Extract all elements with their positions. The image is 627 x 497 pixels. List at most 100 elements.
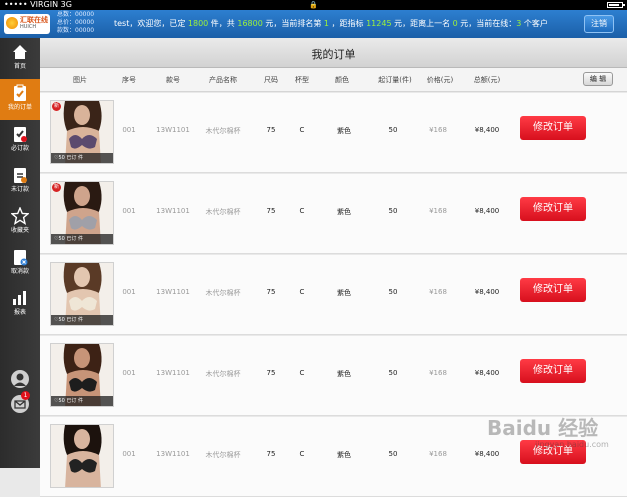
sidebar-item-favorites[interactable]: 收藏夹 [0,202,40,243]
message-badge: 1 [21,391,30,400]
row-color: 紫色 [337,451,351,459]
row-seq: 001 [122,369,136,377]
carrier-label: ••••• VIRGIN 3G [4,0,72,9]
row-min-qty: 50 [388,450,398,458]
col-total: 总额(元) [473,76,501,84]
welcome-message: test，欢迎您，已定 1800 件，共 16800 元，当前排名第 1 ，距指… [114,19,548,28]
row-color: 紫色 [337,370,351,378]
row-price: ¥168 [429,207,447,215]
row-size: 75 [266,450,276,458]
baidu-watermark-url: jingyan.baidu.com [535,440,609,449]
row-min-qty: 50 [388,369,398,377]
row-total: ¥8,400 [474,450,500,458]
col-price: 价格(元) [426,76,454,84]
row-cup: C [299,369,305,377]
row-cup: C [299,207,305,215]
logo-text: 汇联在线 [20,16,48,24]
row-size: 75 [266,126,276,134]
baidu-watermark: Baidu 经验 [487,416,599,440]
new-tag-icon: 新 [52,102,61,111]
modify-order-button[interactable]: 修改订单 [520,278,586,302]
product-thumbnail[interactable]: 新 ♡50 已订 件 [50,100,114,164]
table-row[interactable]: 新 ♡50 已订 件 001 13W1101 木代尔棉杯 75 C 紫色 50 ¥168 ¥8,40… [40,93,627,173]
modify-order-button[interactable]: 修改订单 [520,197,586,221]
sidebar: 首页 我的订单 必订款 未订款 收藏夹 取消款 报表 1 [0,38,40,468]
col-cup: 杯型 [295,76,309,84]
row-cup: C [299,450,305,458]
row-product-name: 木代尔棉杯 [205,127,241,135]
row-size: 75 [266,288,276,296]
page-titlebar: 我的订单 [40,38,627,68]
stat-total-count: 总数：00000 [57,11,95,18]
table-header: 图片 序号 款号 产品名称 尺码 杯型 颜色 起订量(件) 价格(元) 总额(元… [40,68,627,92]
edit-button[interactable]: 编 辑 [583,72,613,86]
row-price: ¥168 [429,450,447,458]
col-min-qty: 起订量(件) [378,76,412,84]
row-total: ¥8,400 [474,288,500,296]
sidebar-item-must-order[interactable]: 必订款 [0,120,40,161]
app-header: HUICH 汇联在线 总数：00000 总价：00000 款数：00000 te… [0,10,627,38]
message-icon[interactable]: 1 [11,391,30,413]
star-icon [11,207,29,225]
row-seq: 001 [122,450,136,458]
row-color: 紫色 [337,289,351,297]
row-seq: 001 [122,288,136,296]
unordered-icon [14,168,27,183]
must-order-icon [14,127,27,142]
row-total: ¥8,400 [474,207,500,215]
product-thumbnail[interactable]: ♡50 已订 件 [50,262,114,326]
row-style-no: 13W1101 [156,207,190,215]
stat-total-price: 总价：00000 [57,19,95,26]
col-image: 图片 [73,76,87,84]
sidebar-item-home[interactable]: 首页 [0,38,40,79]
product-thumbnail[interactable]: 新 ♡50 已订 件 [50,181,114,245]
sidebar-item-my-orders[interactable]: 我的订单 [0,79,40,120]
thumbnail-caption: ♡50 已订 件 [51,153,113,163]
row-price: ¥168 [429,288,447,296]
lock-icon: 🔒 [309,1,318,9]
table-row[interactable]: ♡50 已订 件 001 13W1101 木代尔棉杯 75 C 紫色 50 ¥168 ¥8,400… [40,255,627,335]
col-color: 颜色 [335,76,349,84]
modify-order-button[interactable]: 修改订单 [520,116,586,140]
row-size: 75 [266,369,276,377]
device-status-bar: ••••• VIRGIN 3G 🔒 [0,0,627,10]
col-seq: 序号 [122,76,136,84]
sidebar-item-report[interactable]: 报表 [0,284,40,325]
product-thumbnail[interactable] [50,424,114,488]
battery-icon [607,2,625,8]
table-row[interactable]: ♡50 已订 件 001 13W1101 木代尔棉杯 75 C 紫色 50 ¥168 ¥8,400… [40,336,627,416]
home-icon [13,45,27,59]
row-price: ¥168 [429,369,447,377]
row-color: 紫色 [337,208,351,216]
row-total: ¥8,400 [474,369,500,377]
row-size: 75 [266,207,276,215]
report-icon [13,291,26,305]
col-style-no: 款号 [166,76,180,84]
modify-order-button[interactable]: 修改订单 [520,359,586,383]
row-min-qty: 50 [388,207,398,215]
thumbnail-caption: ♡50 已订 件 [51,315,113,325]
row-product-name: 木代尔棉杯 [205,451,241,459]
logout-button[interactable]: 注销 [584,15,614,33]
brand-logo: HUICH 汇联在线 [4,14,50,34]
thumbnail-caption: ♡50 已订 件 [51,234,113,244]
row-total: ¥8,400 [474,126,500,134]
signal-dots-icon: ••••• [4,0,31,9]
table-row[interactable]: 新 ♡50 已订 件 001 13W1101 木代尔棉杯 75 C 紫色 50 ¥168 ¥8,40… [40,174,627,254]
cancel-icon [14,250,28,266]
row-style-no: 13W1101 [156,450,190,458]
new-tag-icon: 新 [52,183,61,192]
user-icon[interactable] [11,370,29,388]
row-color: 紫色 [337,127,351,135]
sidebar-item-cancelled[interactable]: 取消款 [0,243,40,284]
col-product-name: 产品名称 [209,76,237,84]
product-photo [51,425,113,487]
row-cup: C [299,126,305,134]
sidebar-item-unordered[interactable]: 未订款 [0,161,40,202]
logo-mark-icon [6,17,18,29]
product-thumbnail[interactable]: ♡50 已订 件 [50,343,114,407]
row-product-name: 木代尔棉杯 [205,370,241,378]
row-min-qty: 50 [388,288,398,296]
row-style-no: 13W1101 [156,126,190,134]
order-stats: 总数：00000 总价：00000 款数：00000 [57,11,94,35]
